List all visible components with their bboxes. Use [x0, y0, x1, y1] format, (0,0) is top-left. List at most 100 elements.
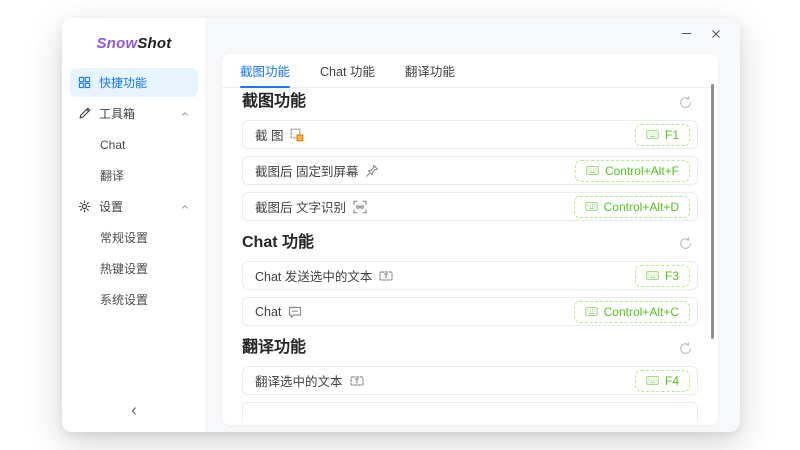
hotkey-label: 翻译选中的文本	[255, 371, 343, 390]
sidebar-collapse-button[interactable]	[62, 394, 206, 432]
section-title: 截图功能	[242, 92, 306, 112]
sidebar: SnowShot 快捷功能工具箱 Chat 翻译设置常规设置热键设置系统设置	[62, 18, 207, 432]
sidebar-item-translate[interactable]: 翻译	[70, 161, 198, 190]
section-translate: 翻译功能翻译选中的文本 F4	[242, 338, 698, 422]
app-window: SnowShot 快捷功能工具箱 Chat 翻译设置常规设置热键设置系统设置 截图功…	[62, 18, 740, 432]
section-chat: Chat 功能 Chat 发送选中的文本 F3 Chat Control+Alt+C	[242, 233, 698, 326]
chevron-left-icon	[128, 404, 140, 422]
sidebar-item-chat[interactable]: Chat	[70, 130, 198, 159]
pin-icon	[365, 164, 379, 178]
reload-icon[interactable]	[679, 342, 692, 355]
sidebar-item-shortcuts[interactable]: 快捷功能	[70, 68, 198, 97]
shortcut-text: Control+Alt+C	[604, 305, 679, 319]
shortcut-text: F1	[665, 128, 679, 142]
shortcut-badge[interactable]: Control+Alt+D	[574, 196, 690, 218]
hotkey-label: 截图后 固定到屏幕	[255, 161, 358, 180]
shortcut-badge[interactable]: F3	[635, 265, 690, 287]
tab-chat[interactable]: Chat 功能	[320, 54, 375, 87]
sidebar-item-label: Chat	[100, 138, 125, 152]
shortcut-text: F4	[665, 374, 679, 388]
select-text-icon	[379, 269, 393, 283]
sidebar-item-label: 快捷功能	[99, 74, 147, 91]
close-button[interactable]	[706, 26, 726, 46]
sidebar-item-label: 翻译	[100, 167, 124, 184]
hotkey-row: 截图后 文字识别 Control+Alt+D	[242, 192, 698, 221]
chevron-up-icon	[180, 202, 190, 212]
keyboard-icon	[585, 200, 598, 213]
sidebar-item-label: 常规设置	[100, 229, 148, 246]
pen-icon	[78, 107, 91, 120]
hotkey-label: 截 图	[255, 125, 283, 144]
sidebar-item-label: 工具箱	[99, 105, 135, 122]
sidebar-item-label: 系统设置	[100, 291, 148, 308]
shortcut-badge[interactable]: F4	[635, 370, 690, 392]
keyboard-icon	[586, 164, 599, 177]
minimize-icon	[680, 27, 693, 45]
section-screenshot: 截图功能截 图 F1 截图后 固定到屏幕 Control+Alt+F 截图后 文字识别 C…	[242, 92, 698, 221]
hotkey-content: 截图功能截 图 F1 截图后 固定到屏幕 Control+Alt+F 截图后 文字识别 C…	[222, 88, 718, 425]
titlebar	[207, 18, 740, 54]
sidebar-item-label: 热键设置	[100, 260, 148, 277]
hotkey-label: Chat 发送选中的文本	[255, 266, 372, 285]
ocr-icon	[353, 200, 367, 214]
hotkey-row-left: Chat	[255, 305, 302, 319]
minimize-button[interactable]	[676, 26, 696, 46]
shortcut-badge[interactable]: F1	[635, 124, 690, 146]
hotkey-label: Chat	[255, 305, 281, 319]
sidebar-item-settings[interactable]: 设置	[70, 192, 198, 221]
tab-bar: 截图功能 Chat 功能 翻译功能	[222, 54, 718, 88]
logo-text-shot: Shot	[137, 35, 171, 52]
section-title: Chat 功能	[242, 233, 314, 253]
close-icon	[710, 27, 722, 45]
tab-translate[interactable]: 翻译功能	[405, 54, 455, 87]
hotkey-row: Chat Control+Alt+C	[242, 297, 698, 326]
hotkey-label: 截图后 文字识别	[255, 197, 346, 216]
hotkey-row-left: 截 图	[255, 125, 304, 144]
select-text-icon	[350, 374, 364, 388]
tab-label: Chat 功能	[320, 61, 375, 80]
logo-text-snow: Snow	[97, 35, 138, 52]
keyboard-icon	[585, 305, 598, 318]
section-header: 截图功能	[242, 92, 698, 112]
reload-icon[interactable]	[679, 237, 692, 250]
shortcut-text: Control+Alt+F	[605, 164, 679, 178]
sidebar-item-label: 设置	[99, 198, 123, 215]
gear-icon	[78, 200, 91, 213]
main-area: 截图功能Chat 功能翻译功能 截图功能截 图F1截图后 固定到屏幕Contro…	[207, 18, 740, 432]
app-logo: SnowShot	[62, 18, 206, 68]
section-header: Chat 功能	[242, 233, 698, 253]
section-title: 翻译功能	[242, 338, 306, 358]
message-icon	[288, 305, 302, 319]
reload-icon[interactable]	[679, 96, 692, 109]
hotkey-row: Chat 发送选中的文本 F3	[242, 261, 698, 290]
shortcut-text: Control+Alt+D	[604, 200, 679, 214]
keyboard-icon	[646, 128, 659, 141]
screenshot-icon	[290, 128, 304, 142]
sidebar-nav: 快捷功能工具箱 Chat 翻译设置常规设置热键设置系统设置	[62, 68, 206, 394]
hotkey-row-partial	[242, 402, 698, 422]
tab-label: 翻译功能	[405, 61, 455, 80]
sidebar-item-hotkey-settings[interactable]: 热键设置	[70, 254, 198, 283]
keyboard-icon	[646, 374, 659, 387]
keyboard-icon	[646, 269, 659, 282]
hotkey-row-left: 截图后 文字识别	[255, 197, 367, 216]
grid-icon	[78, 76, 91, 89]
hotkey-row-left: 翻译选中的文本	[255, 371, 364, 390]
hotkey-row-left: 截图后 固定到屏幕	[255, 161, 379, 180]
content-card: 截图功能Chat 功能翻译功能 截图功能截 图F1截图后 固定到屏幕Contro…	[222, 54, 718, 425]
hotkey-row: 截 图 F1	[242, 120, 698, 149]
hotkey-row-left: Chat 发送选中的文本	[255, 266, 393, 285]
tab-screenshot[interactable]: 截图功能	[240, 54, 290, 87]
section-header: 翻译功能	[242, 338, 698, 358]
sidebar-item-general-settings[interactable]: 常规设置	[70, 223, 198, 252]
sidebar-item-system-settings[interactable]: 系统设置	[70, 285, 198, 314]
shortcut-badge[interactable]: Control+Alt+F	[575, 160, 690, 182]
hotkey-row: 截图后 固定到屏幕 Control+Alt+F	[242, 156, 698, 185]
scrollbar-thumb[interactable]	[711, 84, 714, 339]
shortcut-badge[interactable]: Control+Alt+C	[574, 301, 690, 323]
shortcut-text: F3	[665, 269, 679, 283]
sidebar-item-toolbox[interactable]: 工具箱	[70, 99, 198, 128]
chevron-up-icon	[180, 109, 190, 119]
tab-label: 截图功能	[240, 61, 290, 80]
hotkey-row: 翻译选中的文本 F4	[242, 366, 698, 395]
